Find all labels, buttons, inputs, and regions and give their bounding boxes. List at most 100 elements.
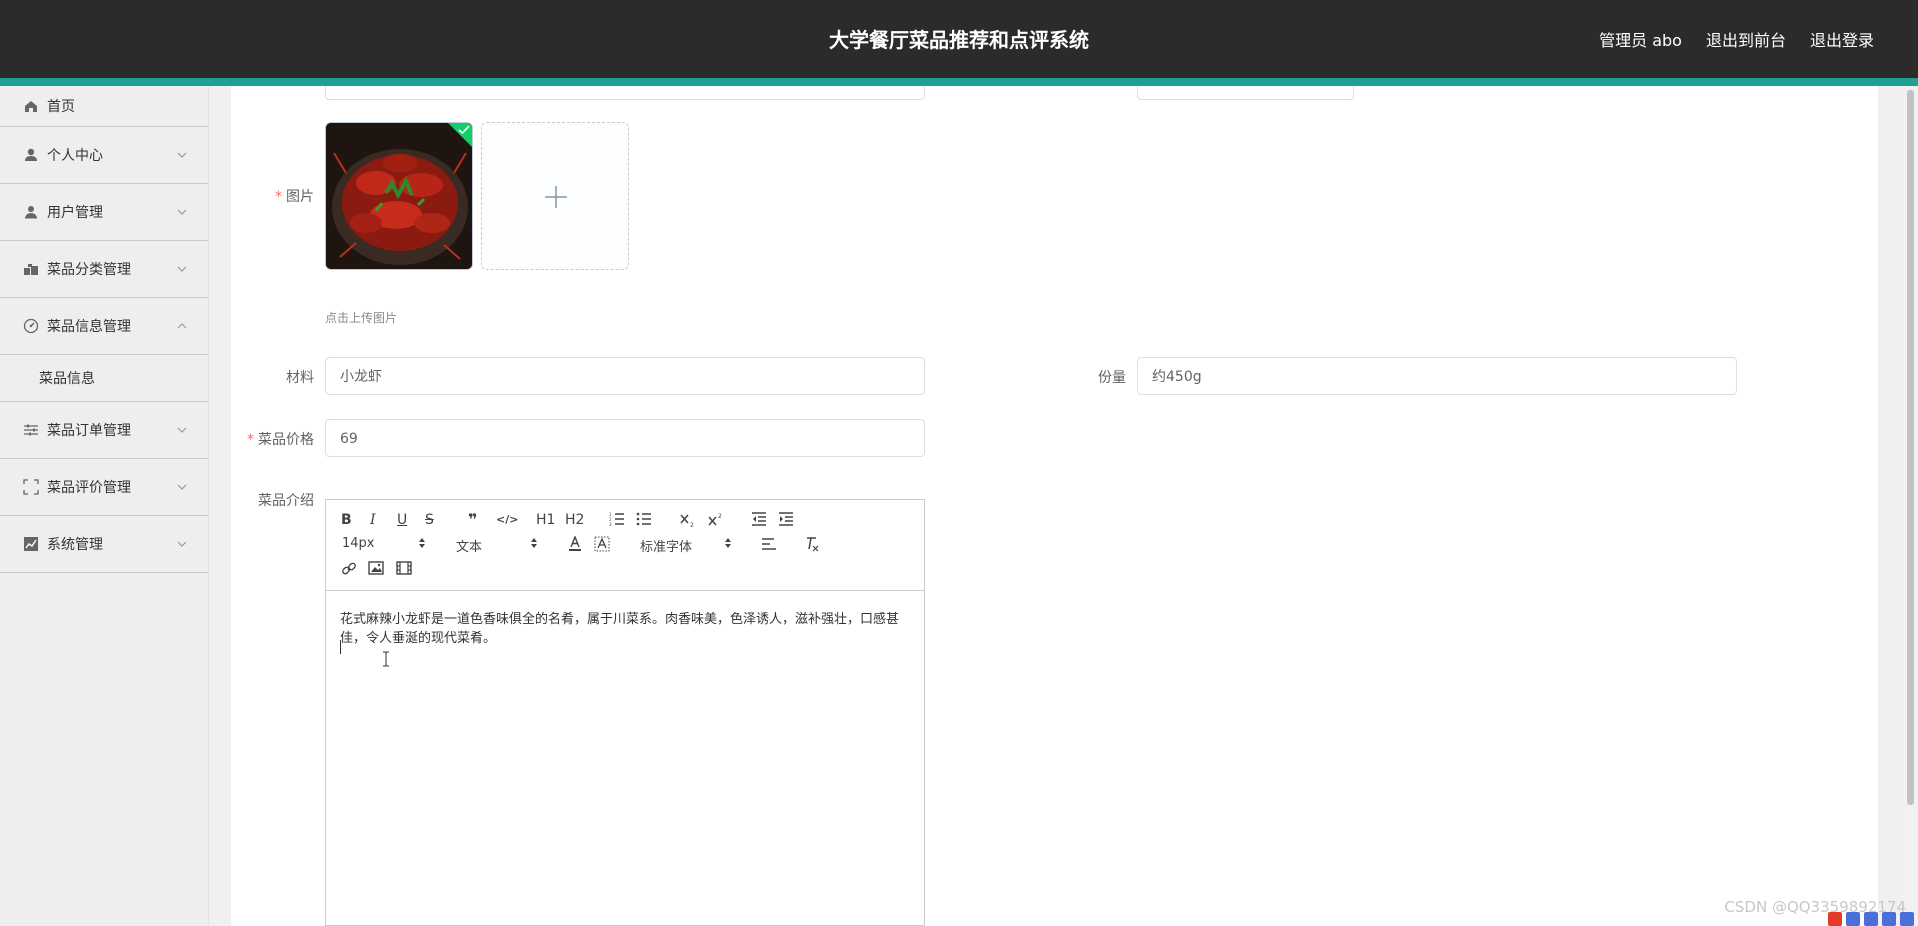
check-icon <box>458 125 470 135</box>
logout-link[interactable]: 退出登录 <box>1810 27 1874 51</box>
uploaded-image-thumbnail[interactable] <box>325 122 473 270</box>
sidebar: 首页 个人中心 用户管理 菜品分类管理 菜品信息管理 菜品信息 菜品订单管理 菜… <box>0 86 209 926</box>
exit-to-frontend-link[interactable]: 退出到前台 <box>1706 27 1786 51</box>
sidebar-item-label: 菜品评价管理 <box>47 480 131 496</box>
tray-settings-icon[interactable] <box>1864 912 1878 926</box>
tray-lang-icon[interactable] <box>1846 912 1860 926</box>
sidebar-item-user-management[interactable]: 用户管理 <box>0 184 208 241</box>
editor-paragraph-line2: 佳，令人垂涎的现代菜肴。 <box>340 631 497 646</box>
intro-label: 菜品介绍 <box>258 493 314 509</box>
sliders-icon <box>23 422 39 438</box>
sidebar-item-label: 菜品分类管理 <box>47 262 131 278</box>
header-select[interactable]: 文本 <box>456 536 482 555</box>
bold-button[interactable]: B <box>341 512 352 528</box>
upload-tip: 点击上传图片 <box>325 311 398 325</box>
required-mark: * <box>275 189 282 205</box>
chevron-up-icon <box>176 320 188 332</box>
fullscreen-icon <box>23 479 39 495</box>
editor-content[interactable]: 花式麻辣小龙虾是一道色香味俱全的名肴，属于川菜系。肉香味美，色泽诱人，滋补强壮，… <box>340 610 910 648</box>
rich-text-editor[interactable]: B I U S ❞ </> H1 H2 123 2 2 14px 文本 标准字体… <box>325 499 925 926</box>
gauge-icon <box>23 318 39 334</box>
sidebar-item-category-management[interactable]: 菜品分类管理 <box>0 241 208 298</box>
price-input[interactable]: 69 <box>325 419 925 457</box>
chevron-down-icon <box>176 206 188 218</box>
required-mark: * <box>247 432 254 448</box>
font-family-select[interactable]: 标准字体 <box>640 536 692 555</box>
h2-button[interactable]: H2 <box>565 512 584 528</box>
select-arrow-icon <box>530 537 538 549</box>
clear-format-icon[interactable] <box>804 536 820 552</box>
system-tray <box>1828 912 1914 926</box>
scrollbar-thumb[interactable] <box>1907 90 1914 805</box>
background-color-icon[interactable] <box>594 536 610 552</box>
svg-text:2: 2 <box>690 522 694 528</box>
outdent-icon[interactable] <box>751 512 767 526</box>
sidebar-item-label: 用户管理 <box>47 205 103 221</box>
subscript-icon[interactable]: 2 <box>680 512 696 528</box>
code-block-button[interactable]: </> <box>496 513 518 526</box>
category-icon <box>23 261 39 277</box>
header-select-value: 文本 <box>456 540 483 555</box>
video-icon[interactable] <box>396 561 412 575</box>
sidebar-item-order-management[interactable]: 菜品订单管理 <box>0 402 208 459</box>
indent-icon[interactable] <box>778 512 794 526</box>
select-arrow-icon <box>724 537 732 549</box>
portion-input[interactable]: 约450g <box>1137 357 1737 395</box>
svg-text:2: 2 <box>718 513 722 520</box>
underline-button[interactable]: U <box>397 512 407 528</box>
price-label: * 菜品价格 <box>247 432 314 448</box>
plus-icon <box>545 186 567 208</box>
portion-label: 份量 <box>1098 370 1126 386</box>
user-manage-icon <box>23 204 39 220</box>
sidebar-item-personal-center[interactable]: 个人中心 <box>0 127 208 184</box>
chevron-down-icon <box>176 149 188 161</box>
editor-paragraph-line1: 花式麻辣小龙虾是一道色香味俱全的名肴，属于川菜系。肉香味美，色泽诱人，滋补强壮，… <box>340 612 900 627</box>
image-icon[interactable] <box>368 561 384 575</box>
ordered-list-icon[interactable]: 123 <box>609 512 625 526</box>
link-icon[interactable] <box>341 561 357 577</box>
sidebar-item-label: 菜品订单管理 <box>47 423 131 439</box>
chevron-down-icon <box>176 263 188 275</box>
chevron-down-icon <box>176 424 188 436</box>
svg-text:3: 3 <box>609 522 612 526</box>
italic-button[interactable]: I <box>370 512 376 528</box>
blockquote-button[interactable]: ❞ <box>468 510 477 529</box>
sidebar-item-label: 首页 <box>47 99 75 115</box>
editor-toolbar: B I U S ❞ </> H1 H2 123 2 2 14px 文本 标准字体 <box>326 500 924 591</box>
chart-icon <box>23 536 39 552</box>
font-family-value: 标准字体 <box>640 540 693 555</box>
sidebar-item-system-management[interactable]: 系统管理 <box>0 516 208 573</box>
chevron-down-icon <box>176 481 188 493</box>
chevron-down-icon <box>176 538 188 550</box>
text-caret <box>340 640 341 654</box>
home-icon <box>23 98 39 114</box>
material-label: 材料 <box>286 370 314 386</box>
admin-user-link[interactable]: 管理员 abo <box>1599 27 1682 51</box>
material-input[interactable]: 小龙虾 <box>325 357 925 395</box>
image-label: * 图片 <box>275 189 314 205</box>
strike-button[interactable]: S <box>425 512 434 528</box>
sidebar-subitem-label: 菜品信息 <box>39 371 95 387</box>
top-nav-overlay: 管理员 abo 退出到前台 退出登录 <box>1599 27 1874 51</box>
font-color-icon[interactable] <box>568 536 582 552</box>
tray-mic-icon[interactable] <box>1882 912 1896 926</box>
sidebar-item-label: 个人中心 <box>47 148 103 164</box>
h1-button[interactable]: H1 <box>536 512 555 528</box>
sidebar-item-label: 系统管理 <box>47 537 103 553</box>
upload-add-button[interactable] <box>481 122 629 270</box>
tray-keyboard-icon[interactable] <box>1900 912 1914 926</box>
ibeam-cursor-icon <box>382 651 390 671</box>
superscript-icon[interactable]: 2 <box>708 512 724 528</box>
select-arrow-icon <box>418 537 426 549</box>
sidebar-item-home[interactable]: 首页 <box>0 86 208 127</box>
sidebar-item-review-management[interactable]: 菜品评价管理 <box>0 459 208 516</box>
font-size-select[interactable]: 14px <box>342 536 375 551</box>
sidebar-subitem-dish-info[interactable]: 菜品信息 <box>0 355 208 402</box>
sidebar-item-dish-info-management[interactable]: 菜品信息管理 <box>0 298 208 355</box>
tray-ime-icon[interactable] <box>1828 912 1842 926</box>
font-size-value: 14px <box>342 536 375 551</box>
user-icon <box>23 147 39 163</box>
sidebar-item-label: 菜品信息管理 <box>47 319 131 335</box>
bullet-list-icon[interactable] <box>636 512 652 526</box>
align-left-icon[interactable] <box>761 537 777 551</box>
